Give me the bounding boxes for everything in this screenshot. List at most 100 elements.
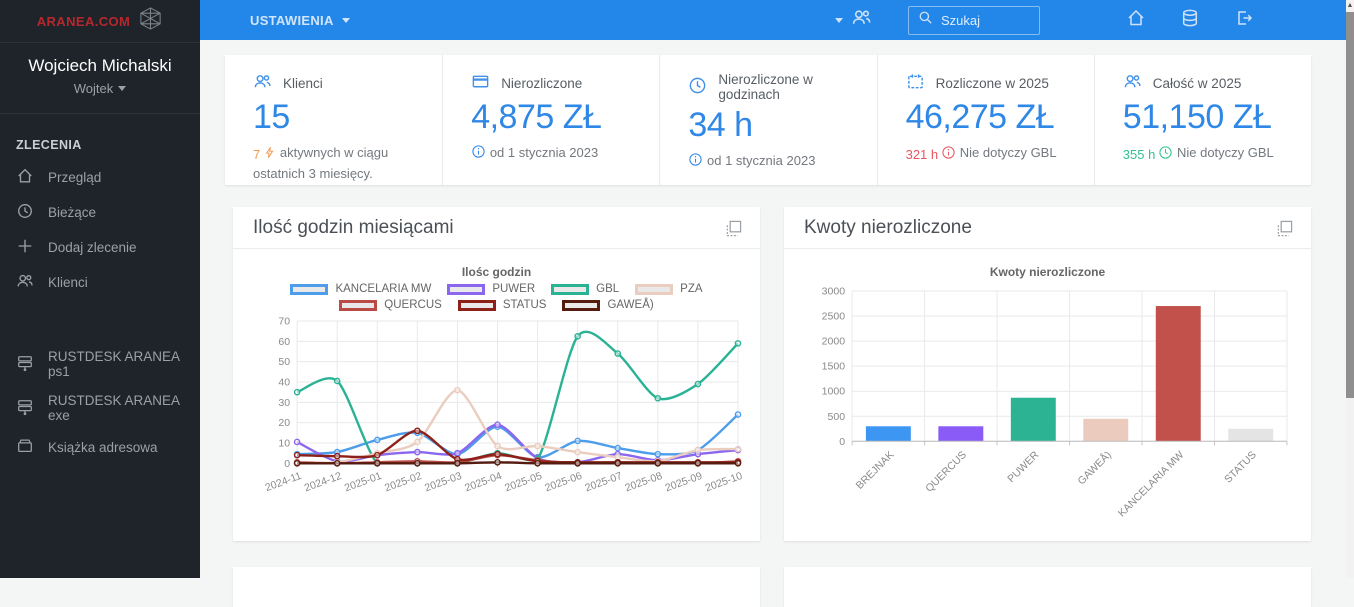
user-alias: Wojtek <box>74 81 114 96</box>
svg-text:2000: 2000 <box>822 336 846 348</box>
logout-icon[interactable] <box>1234 8 1254 33</box>
card-title: Ilość godzin miesiącami <box>253 217 454 239</box>
stat-label: Rozliczone w 2025 <box>936 76 1049 91</box>
stat-value: 46,275 ZŁ <box>906 98 1082 137</box>
legend-swatch <box>290 284 328 295</box>
svg-text:1000: 1000 <box>822 386 846 398</box>
svg-text:0: 0 <box>284 458 290 470</box>
user-name: Wojciech Michalski <box>6 56 194 76</box>
line-chart[interactable]: 0102030405060702024-112024-122025-012025… <box>247 315 746 495</box>
legend-swatch <box>339 300 377 311</box>
legend-swatch <box>635 284 673 295</box>
svg-text:GAWEÅ): GAWEÅ) <box>1075 448 1114 487</box>
clock-icon <box>1158 145 1173 166</box>
chart-card-hours: Ilość godzin miesiącami Ilośc godzin KAN… <box>233 207 760 541</box>
plus-icon <box>16 237 34 258</box>
chart-title: Kwoty nierozliczone <box>798 265 1297 279</box>
sidebar-item-label: Bieżące <box>48 205 96 220</box>
svg-text:60: 60 <box>278 336 290 348</box>
hexagon-icon <box>138 6 163 36</box>
chart-legend: KANCELARIA MW PUWER GBL PZA QUERCUS STATUS GAW… <box>247 283 746 311</box>
legend-label: GAWEÅ) <box>607 299 653 311</box>
info-icon <box>471 144 486 159</box>
sidebar-item-przeglad[interactable]: Przegląd <box>0 160 200 195</box>
people-icon <box>253 72 272 94</box>
partial-card-right <box>784 567 1311 607</box>
search-input[interactable] <box>941 13 1026 28</box>
legend-item[interactable]: PZA <box>635 283 702 295</box>
logo[interactable]: ARANEA.COM <box>0 0 200 43</box>
sidebar-item-rustdesk-ps1[interactable]: RUSTDESK ARANEA ps1 <box>0 342 200 386</box>
calendar-icon <box>906 72 925 94</box>
scroll-up-arrow[interactable]: ▲ <box>1346 2 1354 10</box>
legend-item[interactable]: PUWER <box>447 283 535 295</box>
sidebar-item-rustdesk-exe[interactable]: RUSTDESK ARANEA exe <box>0 386 200 430</box>
server-icon <box>16 398 34 419</box>
sidebar-item-label: RUSTDESK ARANEA exe <box>48 393 184 423</box>
svg-text:10: 10 <box>278 437 290 449</box>
legend-label: PZA <box>680 283 702 295</box>
clock-icon <box>688 76 707 98</box>
svg-text:2025-04: 2025-04 <box>463 470 504 495</box>
page-scrollbar[interactable]: ▲ <box>1346 0 1354 578</box>
server-icon <box>16 354 34 375</box>
stat-note: 321 h Nie dotyczy GBL <box>906 144 1082 166</box>
bar-chart[interactable]: 050010001500200025003000BREJNAKQUERCUSPU… <box>798 283 1297 521</box>
stat-label: Nierozliczone <box>501 76 582 91</box>
svg-text:500: 500 <box>828 411 846 423</box>
sidebar-item-label: Dodaj zlecenie <box>48 240 137 255</box>
user-area: Wojciech Michalski Wojtek <box>0 43 200 114</box>
svg-text:20: 20 <box>278 417 290 429</box>
legend-item[interactable]: STATUS <box>458 299 547 311</box>
sidebar-item-biezace[interactable]: Bieżące <box>0 195 200 230</box>
stat-note: od 1 stycznia 2023 <box>688 152 864 171</box>
svg-text:50: 50 <box>278 356 290 368</box>
svg-text:30: 30 <box>278 397 290 409</box>
stat-note: 7 aktywnych w ciągu ostatnich 3 miesięcy… <box>253 144 430 184</box>
stat-rozliczone-2025: Rozliczone w 2025 46,275 ZŁ 321 h Nie do… <box>877 55 1094 185</box>
home-icon <box>16 167 34 188</box>
search-box[interactable] <box>908 6 1040 35</box>
legend-label: QUERCUS <box>384 299 442 311</box>
svg-text:PUWER: PUWER <box>1005 449 1041 485</box>
svg-text:2025-02: 2025-02 <box>383 470 424 495</box>
svg-text:2025-07: 2025-07 <box>583 470 624 495</box>
user-switcher[interactable] <box>835 7 872 33</box>
topbar: USTAWIENIA <box>200 0 1346 40</box>
svg-text:2025-05: 2025-05 <box>503 470 544 495</box>
caret-down-icon <box>835 18 843 23</box>
legend-item[interactable]: KANCELARIA MW <box>290 283 431 295</box>
clock-icon <box>16 202 34 223</box>
expand-icon[interactable] <box>725 220 742 237</box>
legend-item[interactable]: QUERCUS <box>339 299 442 311</box>
main-content: Klienci 15 7 aktywnych w ciągu ostatnich… <box>200 40 1346 578</box>
svg-text:STATUS: STATUS <box>1222 449 1259 486</box>
sidebar-item-dodaj-zlecenie[interactable]: Dodaj zlecenie <box>0 230 200 265</box>
svg-text:KANCELARIA MW: KANCELARIA MW <box>1116 449 1187 520</box>
people-icon <box>16 272 34 293</box>
people-icon <box>851 7 872 33</box>
info-icon <box>688 152 703 167</box>
scrollbar-thumb[interactable] <box>1346 12 1354 398</box>
caret-down-icon <box>118 86 126 91</box>
stat-nierozliczone-godziny: Nierozliczone w godzinach 34 h od 1 styc… <box>659 55 876 185</box>
sidebar-item-ksiazka-adresowa[interactable]: Książka adresowa <box>0 430 200 465</box>
legend-item[interactable]: GBL <box>551 283 619 295</box>
info-icon <box>941 145 956 166</box>
user-menu[interactable]: Wojtek <box>74 81 127 96</box>
home-icon[interactable] <box>1126 8 1146 33</box>
partial-card-left <box>233 567 760 607</box>
svg-text:QUERCUS: QUERCUS <box>923 449 969 495</box>
stat-value: 51,150 ZŁ <box>1123 98 1299 137</box>
sidebar-section-zlecenia: ZLECENIA <box>16 138 184 152</box>
sidebar-item-klienci[interactable]: Klienci <box>0 265 200 300</box>
database-icon[interactable] <box>1180 8 1200 33</box>
expand-icon[interactable] <box>1276 220 1293 237</box>
legend-item[interactable]: GAWEÅ) <box>562 299 653 311</box>
sidebar-item-label: Książka adresowa <box>48 440 158 455</box>
stat-calosc-2025: Całość w 2025 51,150 ZŁ 355 h Nie dotycz… <box>1094 55 1311 185</box>
svg-text:2025-10: 2025-10 <box>704 470 745 495</box>
settings-menu[interactable]: USTAWIENIA <box>250 13 350 28</box>
svg-text:2025-03: 2025-03 <box>423 470 464 495</box>
svg-text:BREJNAK: BREJNAK <box>854 449 897 492</box>
